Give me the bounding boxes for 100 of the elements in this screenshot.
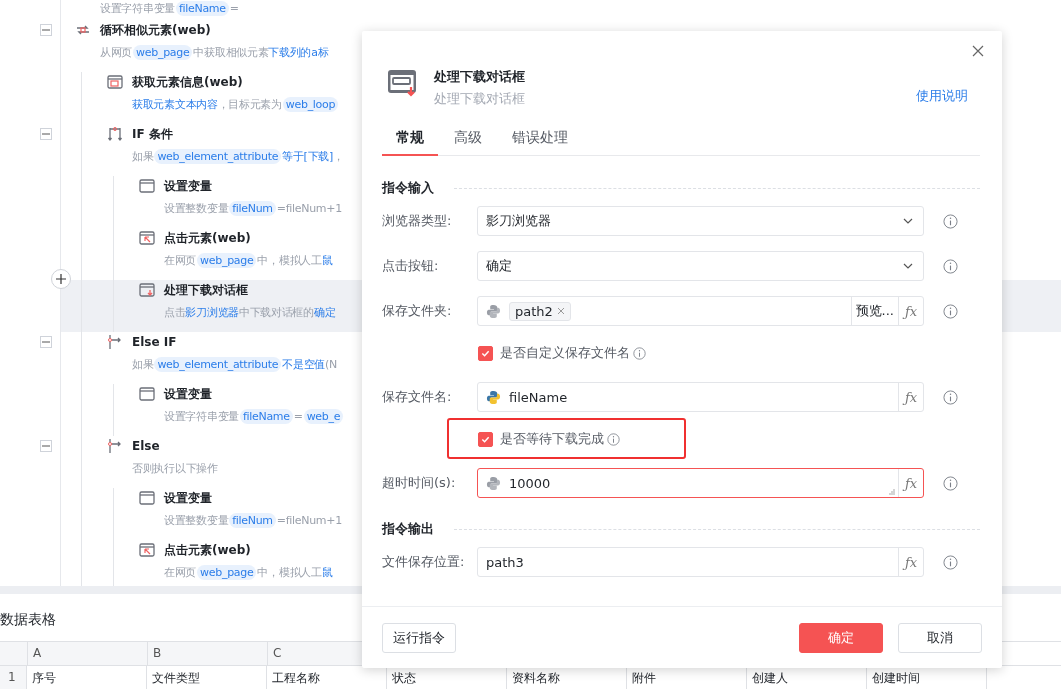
checkbox-label: 是否等待下载完成 bbox=[500, 430, 604, 448]
window-icon bbox=[139, 386, 155, 402]
field-label: 浏览器类型: bbox=[382, 212, 453, 230]
param-link: 鼠 bbox=[321, 566, 333, 579]
step-description: 设置整数变量 fileNum =fileNum+1 bbox=[164, 200, 342, 218]
input-field[interactable]: 10000 ƒx bbox=[477, 468, 924, 498]
param-link: 等于[下载] bbox=[282, 150, 333, 163]
step-title: 设置变量 bbox=[164, 490, 212, 507]
check-icon bbox=[481, 348, 490, 358]
variable-chip: web_page bbox=[133, 45, 193, 60]
column-header: A bbox=[28, 642, 148, 665]
close-icon[interactable] bbox=[556, 307, 565, 315]
step-title: 循环相似元素(web) bbox=[100, 22, 211, 39]
resize-grip-icon bbox=[889, 489, 895, 495]
step-description: 如果 web_element_attribute 不是空值(N bbox=[132, 356, 337, 374]
download-window-icon bbox=[387, 68, 417, 98]
field-label: 点击按钮: bbox=[382, 257, 440, 275]
info-icon bbox=[607, 432, 620, 446]
cursor-window-icon bbox=[139, 542, 155, 558]
step-description: 在网页 web_page 中，模拟人工鼠 bbox=[164, 252, 333, 270]
formula-button[interactable]: ƒx bbox=[898, 383, 923, 411]
table-cell: 文件类型 bbox=[147, 666, 267, 689]
param-link: 下载列的a标 bbox=[268, 46, 329, 59]
plus-icon bbox=[56, 274, 66, 284]
step-description: 从网页 web_page 中获取相似元素下载列的a标 bbox=[100, 44, 329, 62]
step-title: IF 条件 bbox=[132, 126, 173, 143]
panel-title: 数据表格 bbox=[0, 610, 56, 629]
info-icon bbox=[943, 213, 958, 229]
window-icon bbox=[107, 74, 123, 90]
field-label: 保存文件名: bbox=[382, 388, 453, 406]
formula-button[interactable]: ƒx bbox=[898, 297, 923, 325]
param-link: 确定 bbox=[313, 306, 336, 319]
variable-chip: web_element_attribute bbox=[154, 149, 282, 164]
field-label: 超时时间(s): bbox=[382, 474, 457, 492]
variable-chip: fileNum bbox=[229, 513, 276, 528]
table-cell: 序号 bbox=[27, 666, 147, 689]
checkbox[interactable] bbox=[478, 345, 493, 361]
tab[interactable]: 错误处理 bbox=[498, 123, 582, 156]
minus-icon bbox=[42, 338, 50, 346]
step-description: 点击影刀浏览器中下载对话框的确定 bbox=[164, 305, 336, 321]
step-description: 否则执行以下操作 bbox=[132, 461, 218, 477]
run-button[interactable]: 运行指令 bbox=[382, 622, 456, 653]
folder-field[interactable]: path2 预览... ƒx bbox=[477, 296, 924, 326]
step-description: 获取元素文本内容，目标元素为 web_loop bbox=[132, 96, 340, 114]
variable-chip: web_page bbox=[197, 565, 257, 580]
variable-tag: path2 bbox=[509, 301, 571, 321]
param-link: 鼠 bbox=[321, 254, 333, 267]
branch-icon bbox=[107, 438, 123, 454]
collapse-button[interactable] bbox=[40, 440, 52, 452]
step-title: Else IF bbox=[132, 334, 177, 351]
step-description: 设置字符串变量 fileName = bbox=[100, 0, 239, 18]
input-field[interactable]: path3 ƒx bbox=[477, 547, 924, 577]
info-icon bbox=[943, 475, 958, 491]
checkbox[interactable] bbox=[478, 431, 493, 447]
python-icon[interactable] bbox=[486, 389, 501, 405]
window-icon bbox=[139, 490, 155, 506]
add-step-button[interactable] bbox=[51, 269, 71, 289]
preview-button[interactable]: 预览... bbox=[850, 297, 898, 325]
branch-icon bbox=[107, 126, 123, 142]
field-label: 保存文件夹: bbox=[382, 302, 453, 320]
python-icon[interactable] bbox=[486, 475, 501, 491]
tab[interactable]: 高级 bbox=[440, 123, 496, 156]
param-link: 影刀浏览器 bbox=[185, 306, 239, 319]
variable-chip: fileNum bbox=[229, 201, 276, 216]
minus-icon bbox=[42, 442, 50, 450]
variable-chip: web_e bbox=[303, 409, 344, 424]
info-icon bbox=[943, 303, 958, 319]
section-title: 指令输出 bbox=[382, 520, 434, 538]
info-icon bbox=[633, 346, 646, 360]
formula-button[interactable]: ƒx bbox=[898, 548, 923, 576]
param-link: 不是空值 bbox=[282, 358, 325, 371]
column-header: B bbox=[148, 642, 268, 665]
step-title: 处理下载对话框 bbox=[164, 282, 248, 299]
variable-chip: fileName bbox=[175, 1, 229, 16]
collapse-button[interactable] bbox=[40, 336, 52, 348]
cancel-button[interactable]: 取消 bbox=[898, 622, 982, 653]
minus-icon bbox=[42, 130, 50, 138]
row-number: 1 bbox=[0, 666, 27, 689]
caret-icon bbox=[903, 218, 913, 224]
info-icon bbox=[943, 554, 958, 570]
collapse-button[interactable] bbox=[40, 24, 52, 36]
select-field[interactable]: 影刀浏览器 bbox=[477, 206, 924, 236]
step-description: 设置字符串变量 fileName = web_e bbox=[164, 408, 345, 426]
step-description: 设置整数变量 fileNum =fileNum+1 bbox=[164, 512, 342, 530]
step-title: 点击元素(web) bbox=[164, 542, 251, 559]
collapse-button[interactable] bbox=[40, 128, 52, 140]
step-title: 点击元素(web) bbox=[164, 230, 251, 247]
dialog-subtitle: 处理下载对话框 bbox=[434, 90, 525, 108]
caret-icon bbox=[903, 263, 913, 269]
tab[interactable]: 常规 bbox=[382, 123, 438, 156]
select-field[interactable]: 确定 bbox=[477, 251, 924, 281]
help-link[interactable]: 使用说明 bbox=[916, 87, 968, 105]
variable-chip: web_loop bbox=[282, 97, 339, 112]
formula-button[interactable]: ƒx bbox=[898, 469, 923, 497]
python-icon[interactable] bbox=[486, 303, 501, 319]
step-title: Else bbox=[132, 438, 160, 455]
input-field[interactable]: fileName ƒx bbox=[477, 382, 924, 412]
checkbox-label: 是否自定义保存文件名 bbox=[500, 344, 630, 362]
step-description: 在网页 web_page 中，模拟人工鼠 bbox=[164, 564, 333, 582]
variable-chip: web_page bbox=[197, 253, 257, 268]
